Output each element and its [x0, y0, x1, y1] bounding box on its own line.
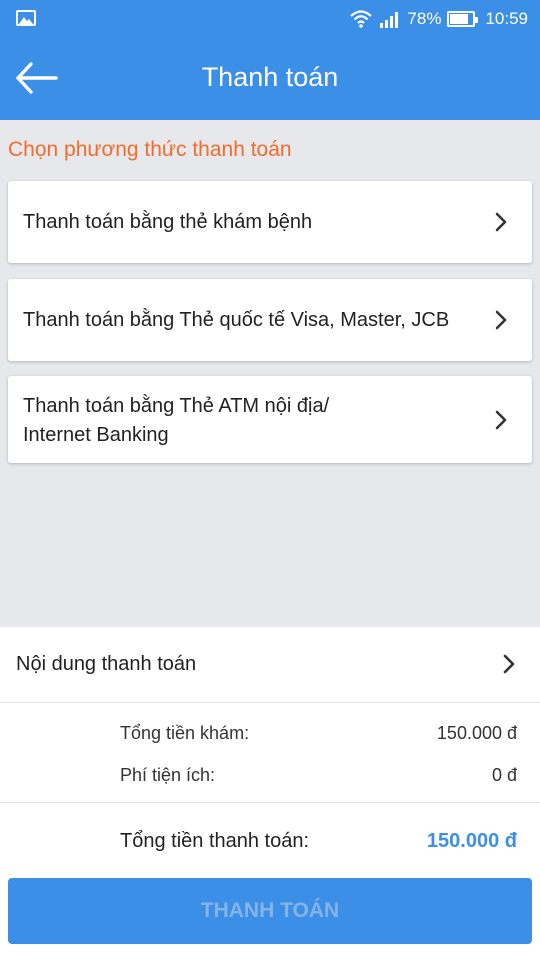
payment-method-health-card[interactable]: Thanh toán bằng thẻ khám bệnh [8, 181, 532, 263]
exam-total-label: Tổng tiền khám: [120, 723, 250, 743]
payment-content-label: Nội dung thanh toán [16, 653, 197, 675]
divider [0, 702, 540, 703]
grand-total-label: Tổng tiền thanh toán: [120, 830, 310, 852]
status-bar: 78% 10:59 [0, 0, 540, 38]
payment-method-label: Thanh toán bằng Thẻ ATM nội địa/ Interne… [23, 392, 329, 450]
payment-method-heading: Chọn phương thức thanh toán [8, 138, 292, 161]
fee-label: Phí tiện ích: [120, 765, 216, 785]
exam-total-value: 150.000 đ [436, 723, 517, 743]
payment-method-label: Thanh toán bằng thẻ khám bệnh [23, 211, 313, 233]
image-icon [16, 10, 36, 26]
pay-button[interactable]: THANH TOÁN [8, 878, 532, 944]
payment-method-label-line1: Thanh toán bằng Thẻ ATM nội địa/ [23, 395, 330, 417]
chevron-right-icon [495, 310, 507, 330]
grand-total-value: 150.000 đ [426, 830, 517, 852]
divider [0, 802, 540, 803]
payment-content-row[interactable]: Nội dung thanh toán [0, 627, 540, 703]
payment-method-international-card[interactable]: Thanh toán bằng Thẻ quốc tế Visa, Master… [8, 279, 532, 361]
fee-value: 0 đ [491, 765, 517, 785]
payment-method-label: Thanh toán bằng Thẻ quốc tế Visa, Master… [23, 309, 450, 331]
battery-icon [447, 11, 479, 27]
clock: 10:59 [485, 9, 528, 28]
chevron-right-icon [495, 410, 507, 430]
payment-method-atm-card[interactable]: Thanh toán bằng Thẻ ATM nội địa/ Interne… [8, 376, 532, 463]
chevron-right-icon [503, 654, 515, 674]
payment-method-label-line2: Internet Banking [23, 424, 169, 446]
battery-percent: 78% [407, 9, 442, 28]
chevron-right-icon [495, 212, 507, 232]
wifi-icon [350, 10, 373, 28]
app-bar: Thanh toán [0, 38, 540, 120]
page-title: Thanh toán [201, 62, 339, 92]
signal-icon [380, 12, 399, 28]
